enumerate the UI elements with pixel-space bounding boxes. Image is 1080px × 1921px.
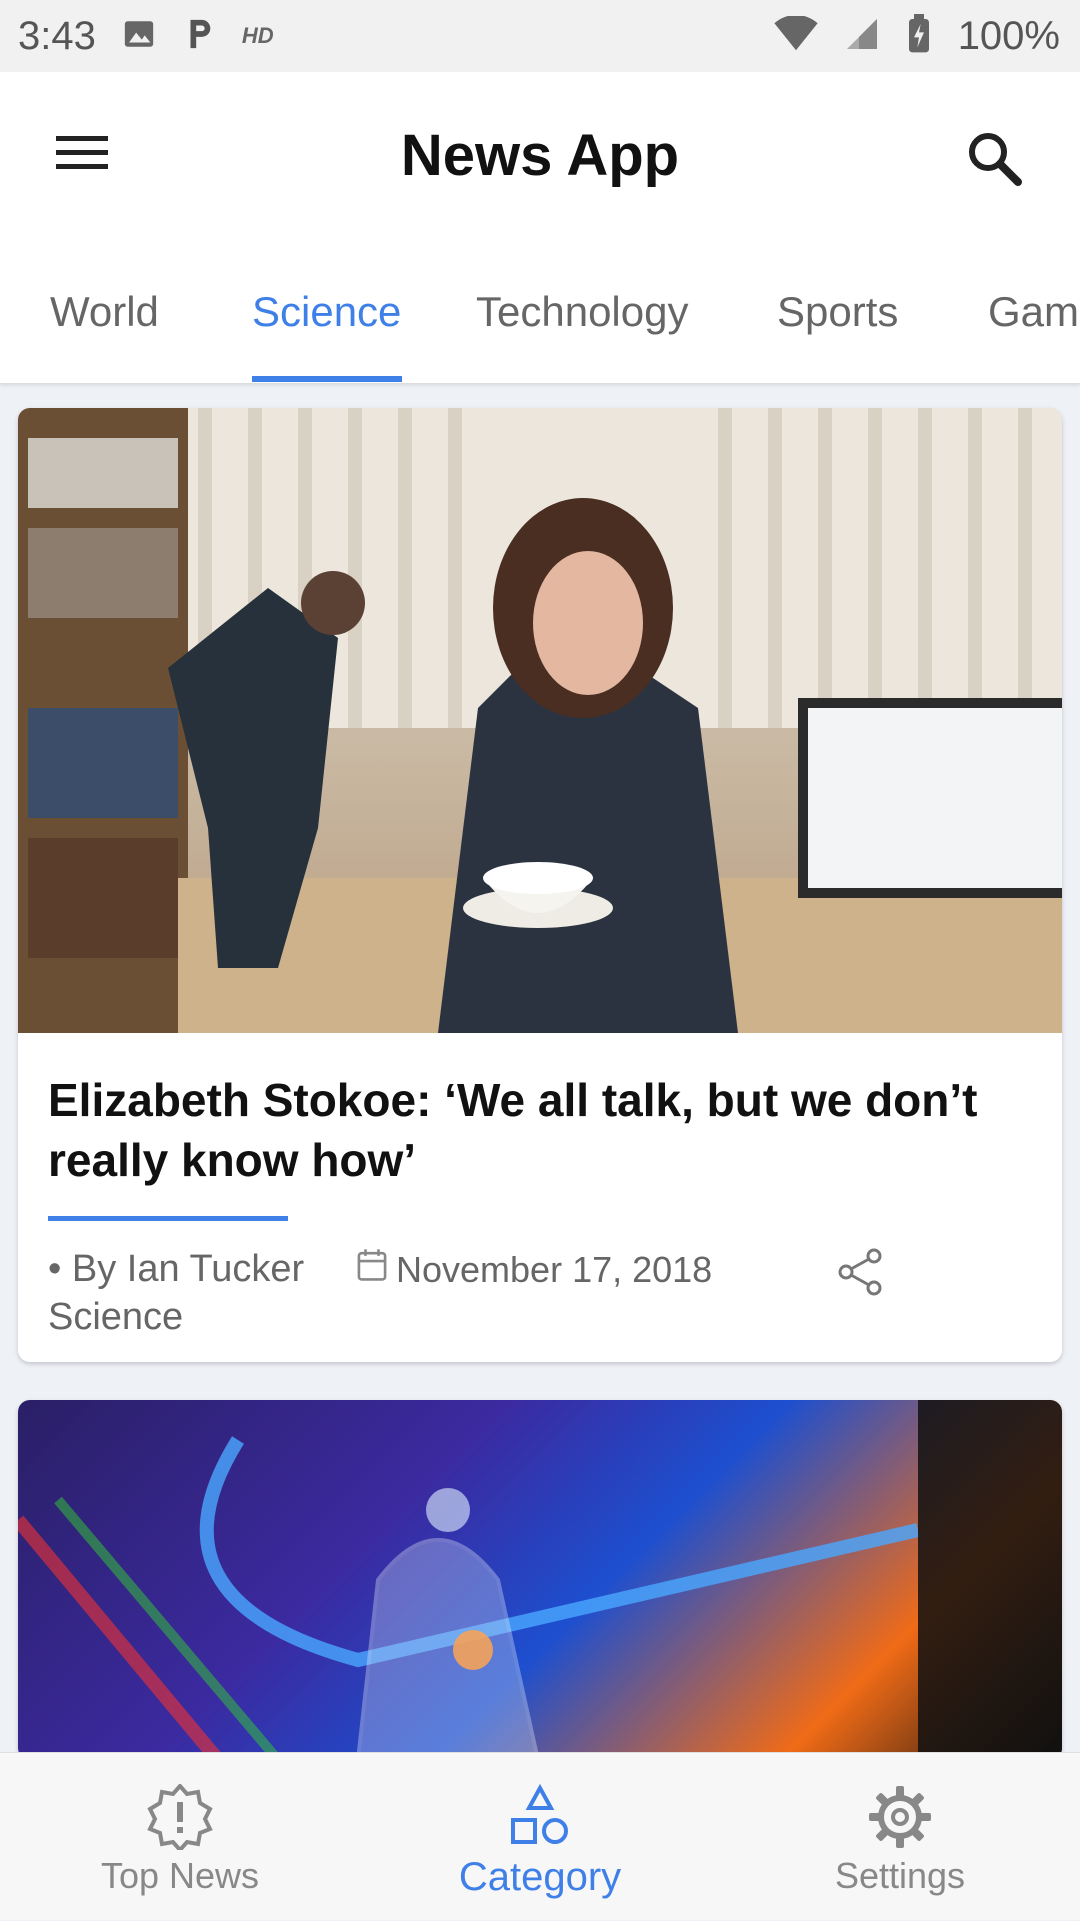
gear-icon (867, 1781, 933, 1853)
article-card[interactable]: Elizabeth Stokoe: ‘We all talk, but we d… (18, 408, 1062, 1362)
article-category: Science (48, 1296, 184, 1338)
status-bar: 3:43 HD 100% (0, 0, 1080, 72)
title-underline (48, 1216, 288, 1221)
app-title: News App (400, 123, 680, 188)
tab-sports[interactable]: Sports (777, 288, 898, 336)
article-title[interactable]: Elizabeth Stokoe: ‘We all talk, but we d… (48, 1070, 1008, 1190)
image-notification-icon (122, 17, 156, 56)
article-date: November 17, 2018 (356, 1248, 712, 1291)
nav-category-label: Category (458, 1855, 622, 1899)
share-icon[interactable] (834, 1246, 886, 1298)
battery-charging-icon (906, 13, 932, 59)
nav-settings-label: Settings (834, 1855, 966, 1896)
nav-category[interactable]: Category (360, 1753, 720, 1921)
tab-games[interactable]: Gam (988, 288, 1079, 336)
nav-settings[interactable]: Settings (720, 1753, 1080, 1921)
calendar-icon (356, 1248, 388, 1291)
cell-signal-icon (844, 16, 880, 57)
wifi-icon (774, 14, 818, 57)
status-time: 3:43 (18, 13, 96, 58)
article-image[interactable] (18, 408, 1062, 1033)
article-image[interactable] (18, 1400, 1062, 1760)
nav-top-news-label: Top News (100, 1855, 260, 1896)
alert-badge-icon (147, 1781, 213, 1853)
article-card[interactable] (18, 1400, 1062, 1760)
nav-top-news[interactable]: Top News (0, 1753, 360, 1921)
category-tabs: World Science Technology Sports Gam (0, 240, 1080, 384)
tab-indicator (252, 376, 402, 382)
tab-world[interactable]: World (50, 288, 159, 336)
app-bar: News App (0, 72, 1080, 240)
battery-percent: 100% (957, 13, 1060, 58)
article-author: • By Ian Tucker (48, 1248, 305, 1290)
bottom-navigation: Top News Category Settings (0, 1752, 1080, 1920)
tab-technology[interactable]: Technology (476, 288, 688, 336)
tab-science[interactable]: Science (252, 288, 401, 336)
p-notification-icon (182, 17, 216, 56)
article-date-text: November 17, 2018 (396, 1248, 713, 1290)
shapes-icon (507, 1781, 573, 1853)
hd-indicator: HD (241, 23, 274, 48)
search-icon[interactable] (962, 126, 1028, 192)
